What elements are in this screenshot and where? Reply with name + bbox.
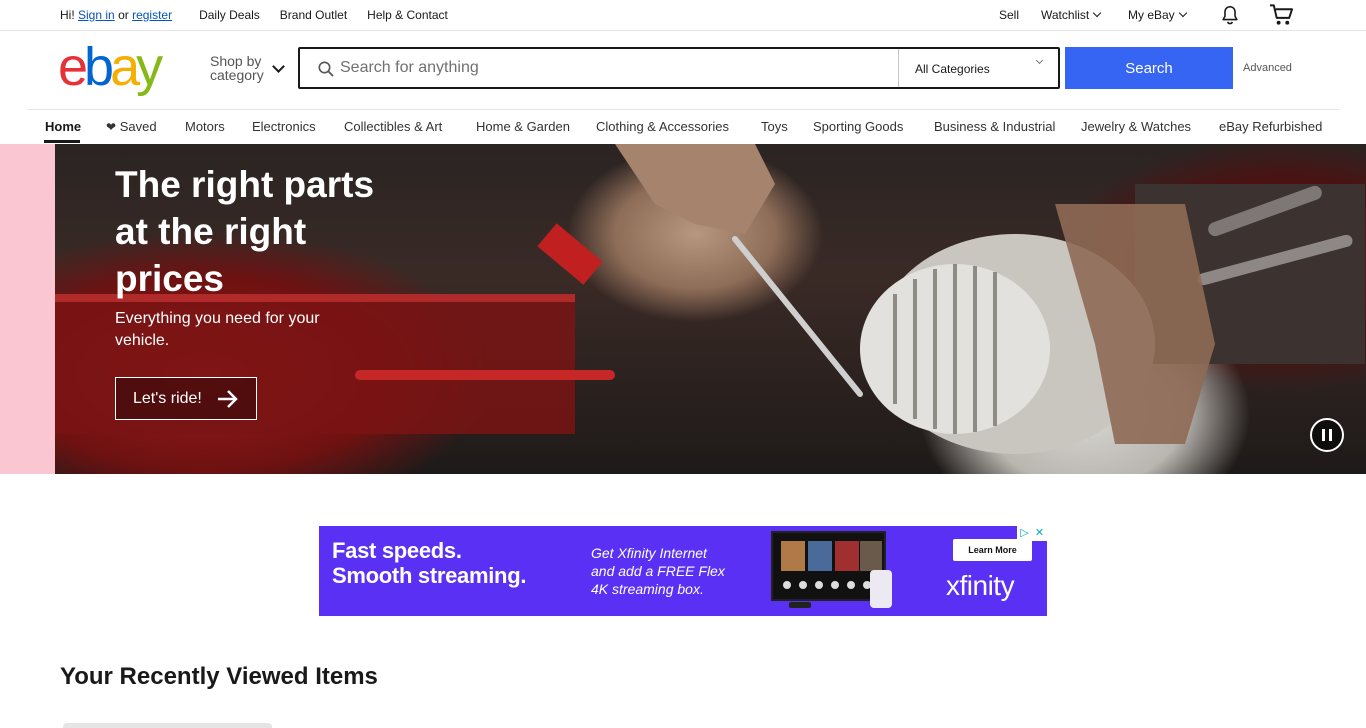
nav-item-home-garden[interactable]: Home & Garden bbox=[476, 119, 570, 134]
tv-stand bbox=[789, 602, 811, 608]
ad-copy-line1: Get Xfinity Internet bbox=[591, 545, 707, 561]
carousel-previous-slide-edge bbox=[0, 144, 55, 474]
recently-viewed-title: Your Recently Viewed Items bbox=[60, 663, 378, 690]
or-text: or bbox=[118, 8, 129, 22]
search-bar: All Categories bbox=[298, 47, 1060, 89]
nav-item-home[interactable]: Home bbox=[45, 119, 81, 134]
ad-headline-line1: Fast speeds. bbox=[332, 538, 462, 563]
daily-deals-link[interactable]: Daily Deals bbox=[199, 8, 260, 22]
app-icon bbox=[783, 581, 791, 589]
sell-link[interactable]: Sell bbox=[999, 8, 1019, 22]
bell-icon[interactable] bbox=[1219, 4, 1241, 29]
sign-in-link[interactable]: Sign in bbox=[78, 8, 115, 22]
xfinity-logo: xfinity bbox=[946, 570, 1015, 601]
ad-headline-line2: Smooth streaming. bbox=[332, 563, 527, 588]
search-icon bbox=[318, 61, 334, 77]
recently-viewed-item-card[interactable] bbox=[63, 723, 272, 728]
ad-copy: Get Xfinity Internet and add a FREE Flex… bbox=[591, 544, 725, 598]
nav-item-business-industrial[interactable]: Business & Industrial bbox=[934, 119, 1055, 134]
tv-tile bbox=[781, 541, 805, 571]
watchlist-label: Watchlist bbox=[1041, 8, 1090, 22]
nav-item-clothing-accessories[interactable]: Clothing & Accessories bbox=[596, 119, 729, 134]
nav-item-toys[interactable]: Toys bbox=[761, 119, 788, 134]
sell-label: Sell bbox=[999, 8, 1020, 22]
cta-label: Let's ride! bbox=[133, 389, 202, 407]
active-tab-indicator bbox=[44, 140, 80, 143]
shop-by-label: Shop by bbox=[210, 53, 262, 69]
learn-more-button[interactable]: Learn More bbox=[953, 539, 1032, 561]
ad-copy-line3: 4K streaming box. bbox=[591, 581, 704, 597]
chevron-down-icon[interactable] bbox=[272, 60, 285, 73]
arrow-right-icon bbox=[218, 390, 238, 408]
help-contact-link[interactable]: Help & Contact bbox=[367, 8, 448, 22]
chevron-down-icon bbox=[1035, 56, 1044, 65]
nav-item-sporting-goods[interactable]: Sporting Goods bbox=[813, 119, 903, 134]
category-select[interactable]: All Categories bbox=[898, 49, 1058, 87]
brand-outlet-link[interactable]: Brand Outlet bbox=[280, 8, 347, 22]
search-button[interactable]: Search bbox=[1065, 47, 1233, 89]
topbar-left: Hi! Sign in or register Daily Deals Bran… bbox=[60, 8, 448, 22]
app-icon bbox=[799, 581, 807, 589]
xfinity-ad-banner[interactable]: Fast speeds. Smooth streaming. Get Xfini… bbox=[319, 526, 1047, 616]
tv-tile bbox=[860, 541, 882, 571]
heart-icon: ❤ bbox=[106, 120, 117, 134]
watchlist-dropdown[interactable]: Watchlist bbox=[1041, 8, 1102, 22]
nav-item-collectibles-art[interactable]: Collectibles & Art bbox=[344, 119, 442, 134]
chevron-down-icon bbox=[1092, 8, 1102, 18]
ad-copy-line2: and add a FREE Flex bbox=[591, 563, 725, 579]
lets-ride-button[interactable]: Let's ride! bbox=[115, 377, 257, 420]
search-input[interactable] bbox=[340, 55, 890, 81]
app-icon bbox=[815, 581, 823, 589]
ad-headline: Fast speeds. Smooth streaming. bbox=[332, 538, 526, 588]
my-ebay-dropdown[interactable]: My eBay bbox=[1128, 8, 1187, 22]
nav-item-motors[interactable]: Motors bbox=[185, 119, 225, 134]
shop-by-category-button[interactable]: Shop by category bbox=[210, 54, 264, 82]
cart-icon[interactable] bbox=[1269, 3, 1294, 30]
nav-item-ebay-refurbished[interactable]: eBay Refurbished bbox=[1219, 119, 1322, 134]
hero-title: The right parts at the right prices bbox=[115, 164, 375, 299]
adchoices-icon[interactable]: ▷ bbox=[1017, 526, 1032, 541]
tv-tile bbox=[835, 541, 859, 571]
pause-bar-right bbox=[1329, 429, 1332, 441]
ebay-logo[interactable]: ebay bbox=[58, 40, 163, 94]
ad-choices[interactable]: ▷ ✕ bbox=[1017, 526, 1047, 541]
nav-item-electronics[interactable]: Electronics bbox=[252, 119, 316, 134]
pause-bar-left bbox=[1322, 429, 1325, 441]
nav-item-saved-label: Saved bbox=[119, 119, 157, 134]
streaming-box-illustration bbox=[870, 570, 892, 608]
nav-item-saved[interactable]: ❤ Saved bbox=[106, 119, 157, 134]
nav-item-jewelry-watches[interactable]: Jewelry & Watches bbox=[1081, 119, 1191, 134]
my-ebay-label: My eBay bbox=[1128, 8, 1175, 22]
tv-illustration bbox=[771, 531, 886, 601]
category-label: category bbox=[210, 67, 264, 83]
advanced-search-link[interactable]: Advanced bbox=[1243, 62, 1292, 74]
category-nav: Home ❤ Saved Motors Electronics Collecti… bbox=[0, 110, 1366, 144]
greeting-text: Hi! bbox=[60, 8, 75, 22]
close-icon[interactable]: ✕ bbox=[1032, 526, 1047, 541]
pause-icon[interactable] bbox=[1310, 418, 1344, 452]
app-icon bbox=[831, 581, 839, 589]
app-icon bbox=[847, 581, 855, 589]
hero-banner[interactable]: The right parts at the right prices Ever… bbox=[0, 144, 1366, 474]
category-select-value: All Categories bbox=[915, 62, 990, 76]
top-utility-bar: Hi! Sign in or register Daily Deals Bran… bbox=[0, 0, 1366, 31]
hero-subtitle: Everything you need for your vehicle. bbox=[115, 310, 320, 349]
register-link[interactable]: register bbox=[132, 8, 172, 22]
chevron-down-icon bbox=[1178, 8, 1187, 18]
tv-tile bbox=[808, 541, 832, 571]
